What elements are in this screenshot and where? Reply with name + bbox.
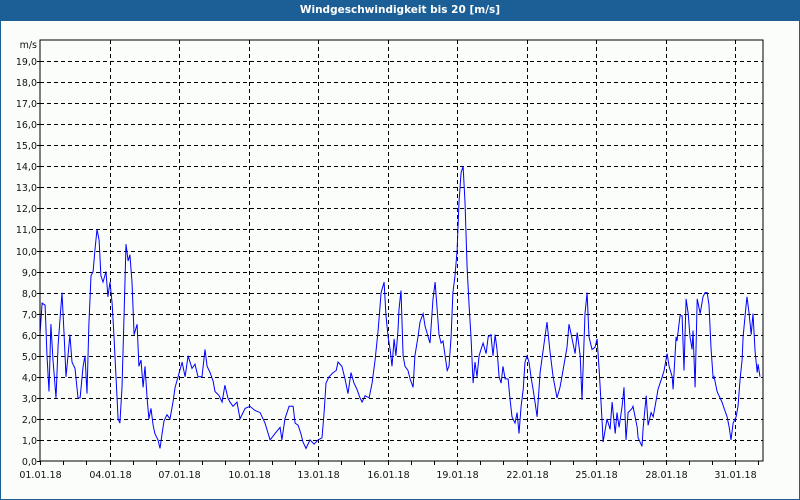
y-axis-label: m/s [20, 40, 37, 51]
y-tick-label: 5,0 [22, 352, 37, 363]
x-tick-label: 01.01.18 [19, 470, 61, 481]
y-tick-label: 10,0 [16, 247, 37, 258]
y-tick-label: 15,0 [16, 141, 37, 152]
grid [40, 40, 763, 461]
y-tick-label: 0,0 [22, 457, 37, 468]
y-tick-label: 3,0 [22, 394, 37, 405]
y-tick-label: 8,0 [22, 289, 37, 300]
y-tick-label: 19,0 [16, 57, 37, 68]
y-tick-label: 9,0 [22, 268, 37, 279]
y-tick-label: 6,0 [22, 331, 37, 342]
y-ticks: 0,0 1,0 2,0 3,0 4,0 5,0 6,0 7,0 8,0 9,0 10,0 11,0 12… [16, 57, 40, 468]
x-tick-label: 25.01.18 [575, 470, 617, 481]
x-ticks: 01.01.18 04.01.18 07.01.18 10.01.18 13.01.18… [19, 461, 759, 481]
y-tick-label: 4,0 [22, 373, 37, 384]
x-tick-label: 28.01.18 [645, 470, 687, 481]
y-tick-label: 13,0 [16, 183, 37, 194]
y-tick-label: 16,0 [16, 120, 37, 131]
wind-speed-chart: m/s 0,0 1,0 2,0 3,0 4,0 5,0 6,0 7,0 8,0 9,0 10,0 11… [16, 39, 764, 481]
x-tick-label: 31.01.18 [714, 470, 756, 481]
y-tick-label: 18,0 [16, 78, 37, 89]
y-tick-label: 12,0 [16, 204, 37, 215]
y-tick-label: 2,0 [22, 415, 37, 426]
y-tick-label: 14,0 [16, 162, 37, 173]
y-tick-label: 11,0 [16, 225, 37, 236]
x-tick-label: 16.01.18 [367, 470, 409, 481]
y-tick-label: 7,0 [22, 310, 37, 321]
x-tick-label: 13.01.18 [297, 470, 339, 481]
x-tick-label: 22.01.18 [506, 470, 548, 481]
y-tick-label: 17,0 [16, 99, 37, 110]
y-tick-label: 1,0 [22, 436, 37, 447]
x-tick-label: 19.01.18 [436, 470, 478, 481]
x-tick-label: 07.01.18 [158, 470, 200, 481]
x-tick-label: 04.01.18 [89, 470, 131, 481]
x-tick-label: 10.01.18 [228, 470, 270, 481]
